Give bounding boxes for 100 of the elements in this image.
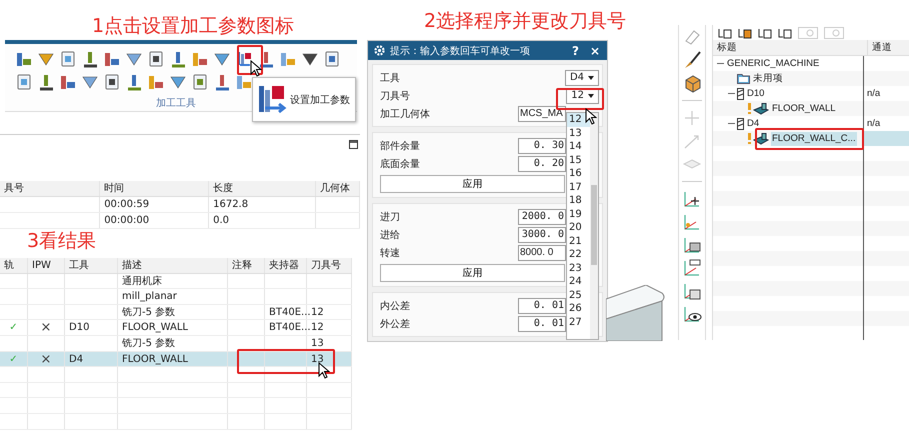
tool-icon[interactable] <box>147 73 165 91</box>
gear-icon <box>374 45 385 56</box>
table-row[interactable]: 通用机床 <box>0 274 352 290</box>
milling-operation-icon <box>753 132 769 144</box>
scrollbar[interactable] <box>590 113 598 339</box>
field-label: 加工几何体 <box>380 108 431 120</box>
table-row[interactable]: 铣刀-5 参数 BT40E...12 <box>0 304 352 320</box>
collapse-icon[interactable] <box>728 90 735 97</box>
collapse-icon[interactable] <box>717 60 724 67</box>
table-row[interactable]: ✓ × D4 FLOOR_WALL 13 <box>0 352 352 368</box>
dropdown-option[interactable]: 16 <box>567 167 590 180</box>
tool-icon[interactable] <box>147 50 165 68</box>
caret-icon <box>588 76 594 80</box>
tool-icon[interactable] <box>213 73 231 91</box>
tool-icon[interactable] <box>323 50 341 68</box>
tool-icon[interactable] <box>191 50 209 68</box>
tool-icon[interactable] <box>191 73 209 91</box>
column-header: 轨 <box>0 258 28 273</box>
field-label: 转速 <box>380 246 401 260</box>
input-field[interactable]: 0. 30 <box>518 138 566 154</box>
column-header: 具号 <box>0 181 100 196</box>
tool-icon[interactable] <box>15 73 33 91</box>
dropdown[interactable]: D4 <box>564 70 599 86</box>
input-field[interactable]: 0. 01 <box>518 316 566 332</box>
dropdown-option[interactable]: 18 <box>567 194 590 208</box>
parameter-tool-icon <box>257 84 287 116</box>
table-row[interactable]: ✓ × D10 FLOOR_WALL BT40E...12 <box>0 320 352 336</box>
column-header: 注释 <box>228 258 265 273</box>
axes-box-icon[interactable] <box>682 235 702 255</box>
input-field[interactable]: 3000. 0 <box>518 226 566 242</box>
dropdown-option[interactable]: 23 <box>567 262 590 275</box>
table-cell: × <box>28 352 65 366</box>
column-header: 工具 <box>65 258 118 273</box>
apply-button[interactable]: 应用 <box>380 175 565 193</box>
tool-icon[interactable] <box>59 73 77 91</box>
input-field[interactable]: 8000. 0 <box>518 244 566 260</box>
tool-icon[interactable] <box>235 73 253 91</box>
maximize-icon[interactable] <box>349 140 358 149</box>
table-cell: 0.0 <box>209 213 316 228</box>
tree-item[interactable]: 未用项 <box>752 72 784 86</box>
dropdown-option[interactable]: 27 <box>567 316 590 329</box>
axes-point-icon[interactable] <box>682 212 702 232</box>
axes-save-icon[interactable] <box>682 281 702 301</box>
axes-move-icon[interactable] <box>682 189 702 209</box>
brush-icon[interactable] <box>682 50 702 70</box>
tool-icon[interactable] <box>15 50 33 68</box>
dropdown-option[interactable]: 21 <box>567 234 590 248</box>
tool-icon[interactable] <box>103 50 121 68</box>
tree-item[interactable]: FLOOR_WALL_C... <box>771 132 857 146</box>
dropdown-option[interactable]: 15 <box>567 154 590 167</box>
dropdown-option[interactable]: 26 <box>567 302 590 316</box>
tree-tool-icon[interactable] <box>778 26 792 38</box>
table-cell: × <box>28 320 65 335</box>
tree-item[interactable]: GENERIC_MACHINE <box>726 56 820 70</box>
table-cell: D4 <box>65 352 118 366</box>
tree-tool-icon[interactable] <box>718 26 732 38</box>
tool-icon[interactable] <box>37 73 55 91</box>
tree-tool-icon[interactable] <box>738 26 752 38</box>
highlight-frame <box>556 88 604 110</box>
dropdown-option[interactable]: 13 <box>567 126 590 140</box>
tree-item[interactable]: D4 <box>746 116 760 130</box>
field-label: 进刀 <box>380 210 401 224</box>
tool-icon[interactable] <box>125 73 143 91</box>
dropdown-option[interactable]: 22 <box>567 248 590 262</box>
tool-icon[interactable] <box>257 50 275 68</box>
field-label: 工具 <box>380 72 401 84</box>
table-cell: ✓ <box>0 352 28 366</box>
apply-button[interactable]: 应用 <box>380 264 565 282</box>
tooltip-text: 设置加工参数 <box>290 94 350 106</box>
input-field[interactable]: 0. 01 <box>518 298 566 314</box>
collapse-icon[interactable] <box>728 120 735 127</box>
table-cell: FLOOR_WALL <box>118 352 228 366</box>
tree-tool-icon[interactable] <box>758 26 772 38</box>
tool-icon[interactable] <box>59 50 77 68</box>
step-caption: 3看结果 <box>27 232 96 251</box>
help-button[interactable]: ? <box>568 44 582 58</box>
dropdown-option[interactable]: 19 <box>567 208 590 221</box>
table-cell: BT40E... <box>265 304 307 320</box>
axes-eye-icon[interactable] <box>682 304 702 324</box>
dropdown-option[interactable]: 20 <box>567 221 590 234</box>
input-field[interactable]: 0. 20 <box>518 156 566 172</box>
tool-icon[interactable] <box>103 73 121 91</box>
tool-icon[interactable] <box>81 50 99 68</box>
axes-grid-icon[interactable] <box>682 258 702 278</box>
close-button[interactable]: × <box>586 44 603 58</box>
step-caption: 2选择程序并更改刀具号 <box>424 12 626 31</box>
dropdown-option[interactable]: 24 <box>567 275 590 288</box>
table-row[interactable]: mill_planar <box>0 289 352 305</box>
warning-icon <box>748 103 751 114</box>
dropdown-option[interactable]: 17 <box>567 180 590 194</box>
input-field[interactable]: 2000. 0 <box>518 208 566 224</box>
dropdown-option[interactable]: 25 <box>567 288 590 302</box>
table-cell: mill_planar <box>118 289 228 304</box>
dropdown-option[interactable]: 14 <box>567 140 590 154</box>
scrollbar-thumb[interactable] <box>591 185 597 265</box>
field-label: 内公差 <box>380 300 411 312</box>
tree-item[interactable]: D10 <box>746 86 766 100</box>
input-field[interactable]: MCS_MA <box>518 106 566 122</box>
table-cell: 1672.8 <box>209 197 316 212</box>
tool-icon[interactable] <box>169 50 187 68</box>
